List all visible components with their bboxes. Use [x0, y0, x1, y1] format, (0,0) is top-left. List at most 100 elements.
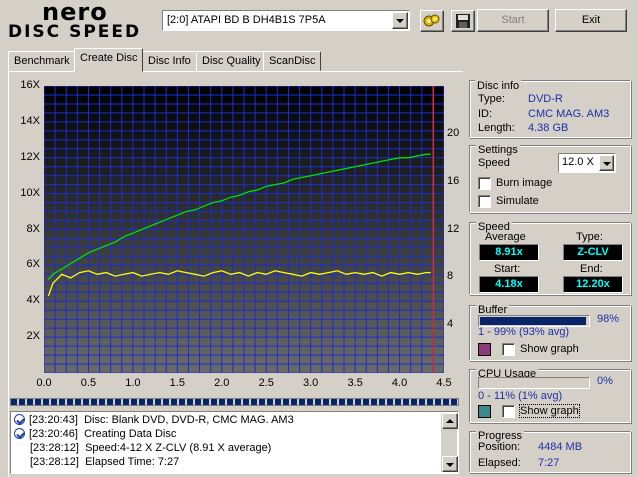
elapsed-label: Elapsed:	[478, 457, 521, 469]
x-tick-label: 0.5	[80, 377, 97, 389]
info-icon	[14, 414, 25, 425]
x-tick-label: 3.0	[303, 377, 319, 389]
speed-setting-label: Speed	[478, 157, 510, 169]
speed-graph	[44, 86, 444, 373]
disc-id-label: ID:	[478, 108, 493, 120]
log-time: [23:28:12]	[30, 442, 79, 454]
x-tick-label: 4.5	[436, 377, 452, 389]
log-text: Speed:4-12 X Z-CLV (8.91 X average)	[85, 442, 272, 454]
drive-config-button[interactable]	[420, 10, 444, 32]
scroll-up-button[interactable]	[442, 413, 458, 429]
position-label: Position:	[478, 441, 521, 453]
cpu-progress-bar	[478, 377, 590, 389]
chevron-down-icon[interactable]	[392, 12, 408, 29]
y-tick-label: 4X	[26, 294, 40, 307]
cpu-show-graph-checkbox[interactable]	[502, 405, 515, 418]
drive-config-icon	[423, 14, 440, 27]
average-label: Average	[485, 231, 526, 243]
y-tick-label: 12X	[20, 150, 40, 163]
log-text: Disc: Blank DVD, DVD-R, CMC MAG. AM3	[84, 414, 294, 426]
simulate-label[interactable]: Simulate	[496, 195, 539, 207]
cpu-show-graph-label[interactable]: Show graph	[519, 404, 580, 418]
disc-id-value: CMC MAG. AM3	[528, 108, 610, 120]
y-right-tick-label: 8	[447, 270, 454, 283]
chevron-down-icon	[446, 463, 454, 467]
settings-title: Settings	[476, 144, 520, 156]
exit-button[interactable]: Exit	[555, 9, 627, 32]
speed-group: Speed Average Type: 8.91x Z-CLV Start: E…	[469, 221, 631, 295]
x-tick-label: 0.0	[36, 377, 52, 389]
x-tick-label: 4.0	[391, 377, 408, 389]
tab-benchmark[interactable]: Benchmark	[8, 51, 76, 71]
burn-image-checkbox[interactable]	[478, 177, 491, 190]
buffer-group: Buffer 98% 1 - 99% (93% avg) Show graph	[469, 304, 631, 361]
x-tick-label: 1.0	[125, 377, 141, 389]
cpu-percent: 0%	[597, 375, 613, 387]
y-tick-label: 6X	[26, 258, 40, 271]
burn-image-label[interactable]: Burn image	[496, 177, 552, 189]
disc-length-label: Length:	[478, 122, 515, 134]
cpu-color-swatch[interactable]	[478, 405, 491, 418]
start-speed-value: 4.18x	[479, 276, 539, 293]
chevron-down-icon[interactable]	[599, 155, 614, 171]
tab-scandisc[interactable]: ScanDisc	[263, 51, 322, 71]
tab-disc-quality[interactable]: Disc Quality	[196, 51, 267, 71]
cpu-range: 0 - 11% (1% avg)	[478, 390, 563, 402]
y-right-tick-label: 20	[447, 126, 460, 139]
position-value: 4484 MB	[538, 441, 583, 453]
x-tick-label: 2.5	[258, 377, 274, 389]
y-tick-label: 2X	[26, 330, 40, 343]
simulate-checkbox[interactable]	[478, 195, 491, 208]
log-text: Elapsed Time: 7:27	[85, 456, 180, 468]
log-row: [23:28:12] Elapsed Time: 7:27	[30, 456, 179, 470]
scroll-down-button[interactable]	[442, 456, 458, 472]
progress-group: Progress Position: 4484 MB Elapsed: 7:27	[469, 430, 631, 473]
start-button[interactable]: Start	[477, 9, 549, 32]
save-icon	[456, 14, 470, 28]
logo-discspeed-text: DISC SPEED	[8, 22, 142, 42]
x-tick-label: 3.5	[347, 377, 363, 389]
disc-length-value: 4.38 GB	[528, 122, 569, 134]
chevron-up-icon	[446, 419, 454, 423]
log-row: [23:28:12] Speed:4-12 X Z-CLV (8.91 X av…	[30, 442, 271, 456]
cpu-usage-group: CPU Usage 0% 0 - 11% (1% avg) Show graph	[469, 368, 631, 423]
buffer-show-graph-label[interactable]: Show graph	[520, 343, 579, 355]
disc-type-label: Type:	[478, 93, 505, 105]
buffer-progress-fill	[480, 317, 586, 325]
buffer-percent: 98%	[597, 313, 620, 325]
elapsed-value: 7:27	[538, 457, 560, 469]
save-button[interactable]	[451, 10, 475, 32]
end-speed-value: 12.20x	[563, 276, 623, 293]
end-speed-label: End:	[580, 263, 603, 275]
average-speed-value: 8.91x	[479, 244, 539, 261]
disc-info-group: Disc info Type: DVD-R ID: CMC MAG. AM3 L…	[469, 80, 631, 138]
x-tick-label: 2.0	[214, 377, 230, 389]
speed-type-value: Z-CLV	[563, 244, 623, 261]
log-row: [23:20:43] Disc: Blank DVD, DVD-R, CMC M…	[14, 414, 294, 428]
drive-select[interactable]: [2:0] ATAPI BD B DH4B1S 7P5A	[162, 10, 410, 31]
speed-select-value: 12.0 X	[562, 156, 594, 168]
app-logo: nero DISC SPEED	[8, 0, 158, 42]
buffer-show-graph-checkbox[interactable]	[502, 343, 515, 356]
tab-create-disc[interactable]: Create Disc	[74, 48, 144, 72]
speed-select[interactable]: 12.0 X	[558, 153, 616, 173]
log-time: [23:28:12]	[30, 456, 79, 468]
y-tick-label: 16X	[20, 79, 40, 91]
y-right-tick-label: 16	[447, 174, 460, 187]
log-time: [23:20:46]	[29, 428, 78, 440]
progress-strip	[10, 398, 459, 406]
tab-disc-info[interactable]: Disc Info	[142, 51, 197, 71]
info-icon	[14, 428, 25, 439]
y-tick-label: 10X	[20, 186, 40, 199]
start-speed-label: Start:	[494, 263, 521, 275]
y-tick-label: 14X	[20, 114, 40, 127]
y-tick-label: 8X	[26, 222, 40, 235]
disc-info-title: Disc info	[475, 80, 522, 92]
log-list[interactable]: [23:20:43] Disc: Blank DVD, DVD-R, CMC M…	[10, 411, 459, 474]
drive-select-value: [2:0] ATAPI BD B DH4B1S 7P5A	[167, 14, 326, 26]
type-label: Type:	[576, 231, 603, 243]
log-scrollbar[interactable]	[441, 413, 458, 472]
buffer-color-swatch[interactable]	[478, 343, 491, 356]
log-row: [23:20:46] Creating Data Disc	[14, 428, 176, 442]
disc-type-value: DVD-R	[528, 93, 563, 105]
